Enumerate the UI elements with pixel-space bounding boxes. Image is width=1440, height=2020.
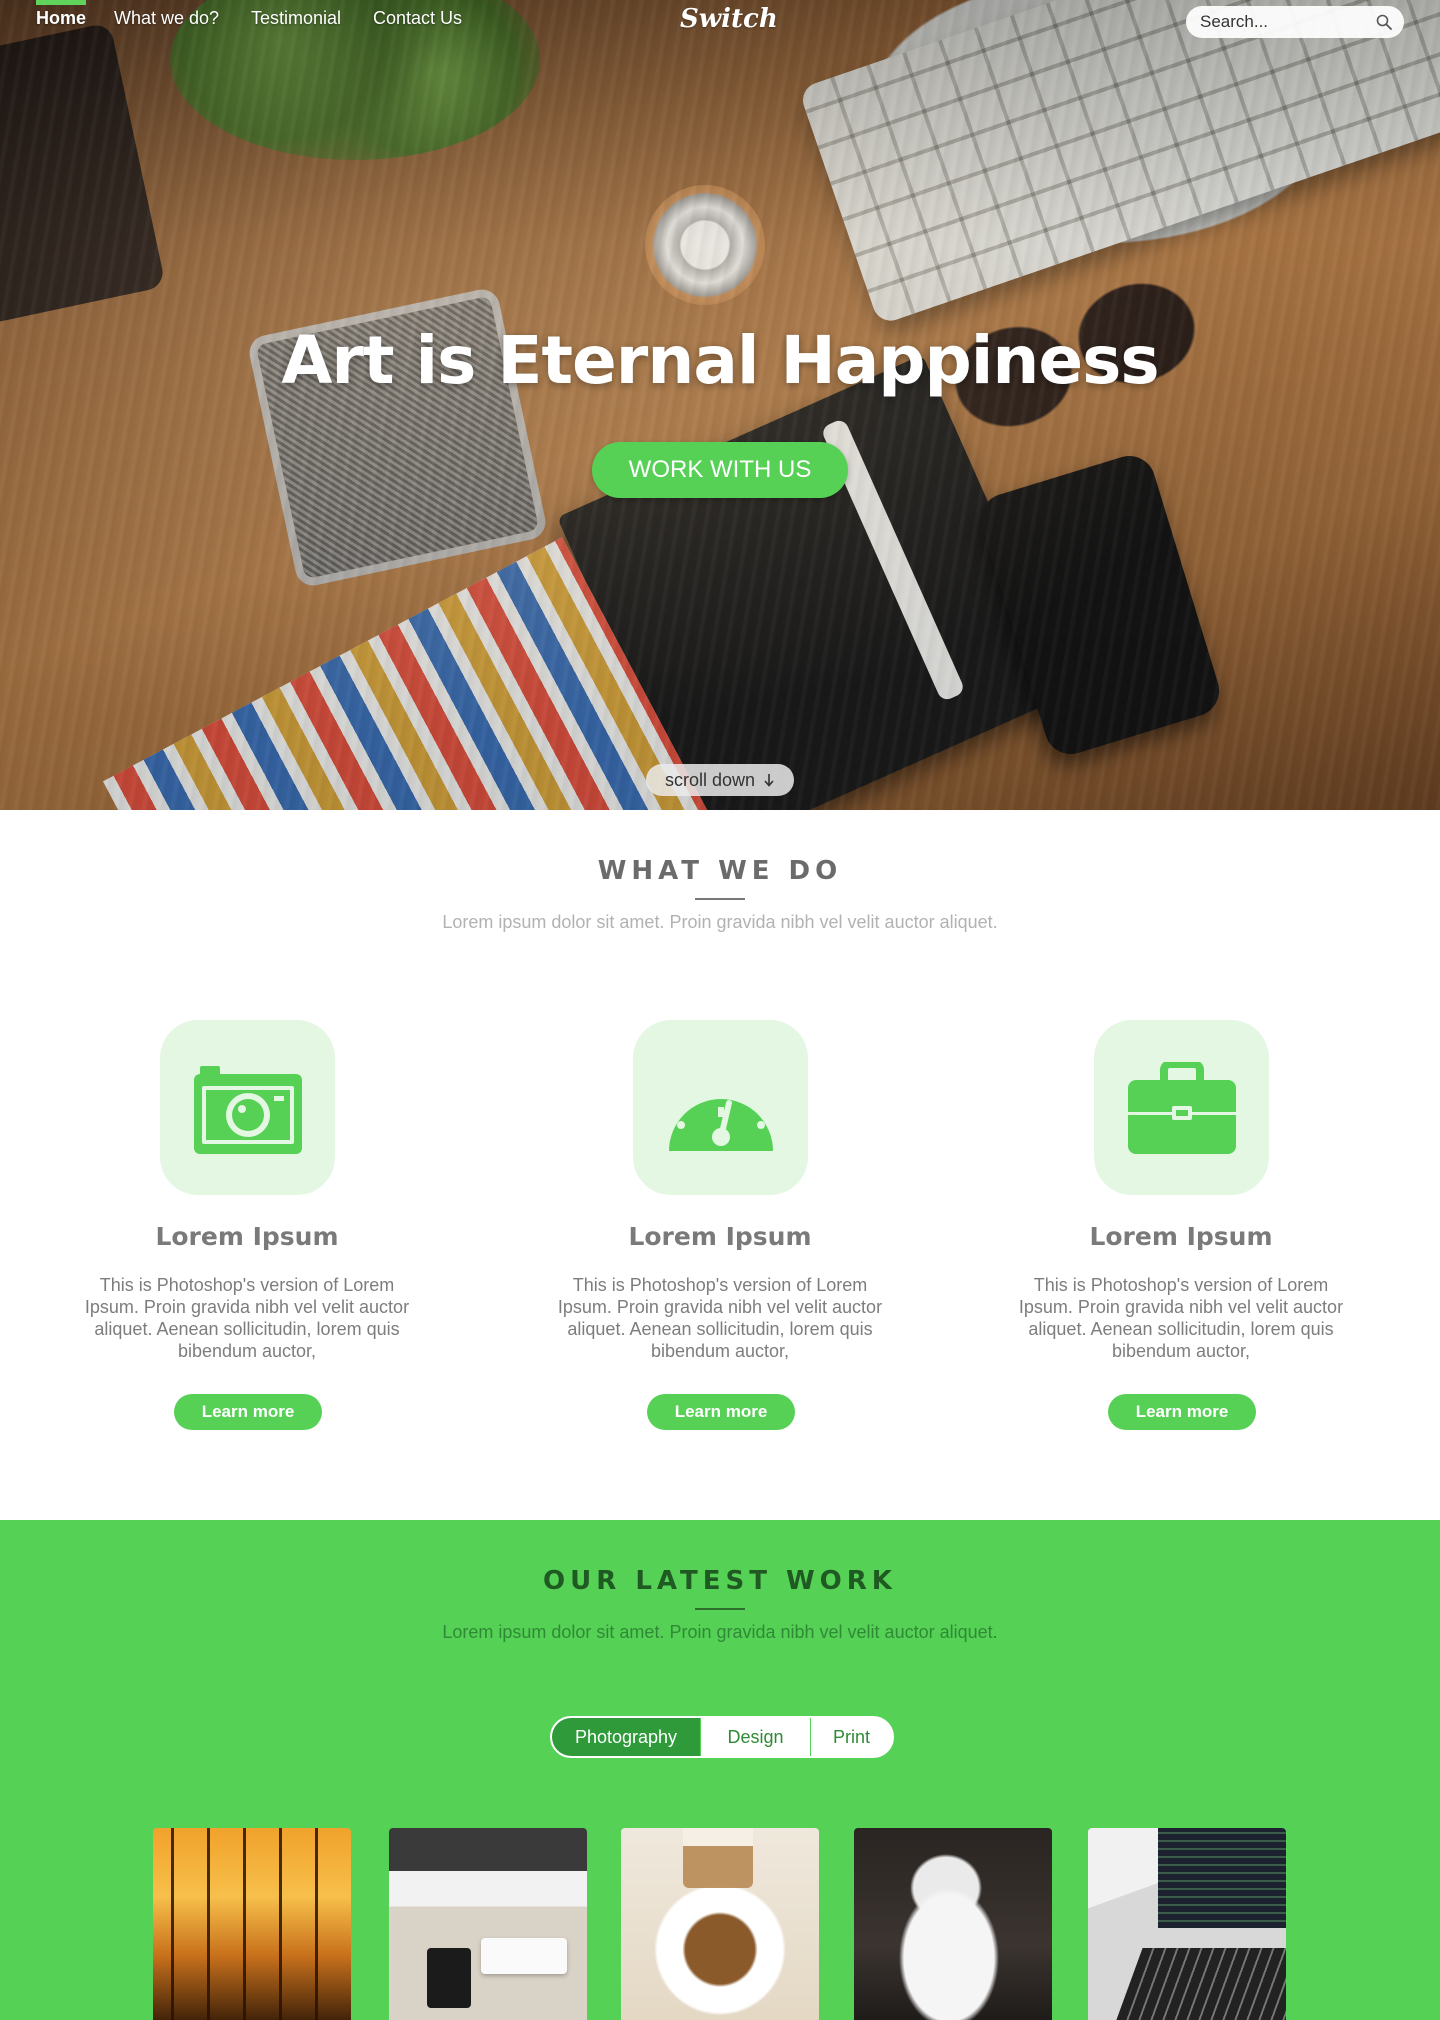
portfolio-thumbnail-laptop-code[interactable]	[1088, 1828, 1286, 2020]
hero-title: Art is Eternal Happiness	[281, 322, 1159, 399]
scroll-down-label: scroll down	[664, 769, 756, 790]
nav-item-contact-us[interactable]: Contact Us	[373, 8, 462, 29]
nav-item-testimonial[interactable]: Testimonial	[251, 8, 341, 29]
learn-more-button[interactable]: Learn more	[647, 1394, 795, 1430]
briefcase-icon	[1127, 1061, 1236, 1154]
learn-more-button[interactable]: Learn more	[174, 1394, 322, 1430]
feature-title: Lorem Ipsum	[628, 1222, 812, 1251]
feature-icon-box	[1094, 1020, 1269, 1195]
nav-item-what-we-do[interactable]: What we do?	[114, 8, 219, 29]
site-logo[interactable]: Switch	[680, 4, 778, 34]
feature-text: This is Photoshop's version of Lorem Ips…	[1018, 1275, 1344, 1361]
what-we-do-divider	[695, 898, 745, 900]
feature-title: Lorem Ipsum	[1089, 1222, 1273, 1251]
portfolio-thumbnail-coffee-cake[interactable]	[621, 1828, 819, 2020]
latest-work-subtitle: Lorem ipsum dolor sit amet. Proin gravid…	[442, 1622, 998, 1642]
tab-print[interactable]: Print	[810, 1718, 892, 1756]
latest-work-title: OUR LATEST WORK	[543, 1566, 897, 1596]
learn-more-button[interactable]: Learn more	[1108, 1394, 1256, 1430]
speedometer-icon	[668, 1078, 773, 1151]
tab-design[interactable]: Design	[700, 1718, 810, 1756]
tab-photography[interactable]: Photography	[552, 1718, 700, 1756]
feature-icon-box	[160, 1020, 335, 1195]
can-image	[645, 185, 765, 305]
scroll-down-button[interactable]: scroll down	[646, 764, 794, 796]
feature-icon-box	[633, 1020, 808, 1195]
portfolio-filter-tabs: Photography Design Print	[550, 1716, 894, 1758]
top-nav: Home What we do? Testimonial Contact Us …	[0, 0, 1440, 44]
portfolio-thumbnail-desk-setup[interactable]	[389, 1828, 587, 2020]
latest-work-divider	[695, 1608, 745, 1610]
what-we-do-subtitle: Lorem ipsum dolor sit amet. Proin gravid…	[442, 912, 998, 932]
search-input[interactable]	[1200, 11, 1370, 33]
search-icon[interactable]	[1376, 14, 1392, 30]
portfolio-thumbnail-sunset-trees[interactable]	[153, 1828, 351, 2020]
feature-text: This is Photoshop's version of Lorem Ips…	[84, 1275, 410, 1361]
arrow-down-icon	[764, 774, 774, 787]
nav-item-home[interactable]: Home	[36, 0, 87, 29]
search-box	[1186, 6, 1404, 38]
work-with-us-button[interactable]: WORK WITH US	[592, 442, 848, 498]
portfolio-thumbnail-kitten[interactable]	[854, 1828, 1052, 2020]
what-we-do-title: WHAT WE DO	[597, 856, 843, 886]
camera-icon	[193, 1065, 302, 1154]
feature-title: Lorem Ipsum	[155, 1222, 339, 1251]
feature-text: This is Photoshop's version of Lorem Ips…	[557, 1275, 883, 1361]
hero-section: Home What we do? Testimonial Contact Us …	[0, 0, 1440, 810]
keyboard-image	[798, 0, 1440, 326]
speaker-image	[0, 22, 166, 328]
